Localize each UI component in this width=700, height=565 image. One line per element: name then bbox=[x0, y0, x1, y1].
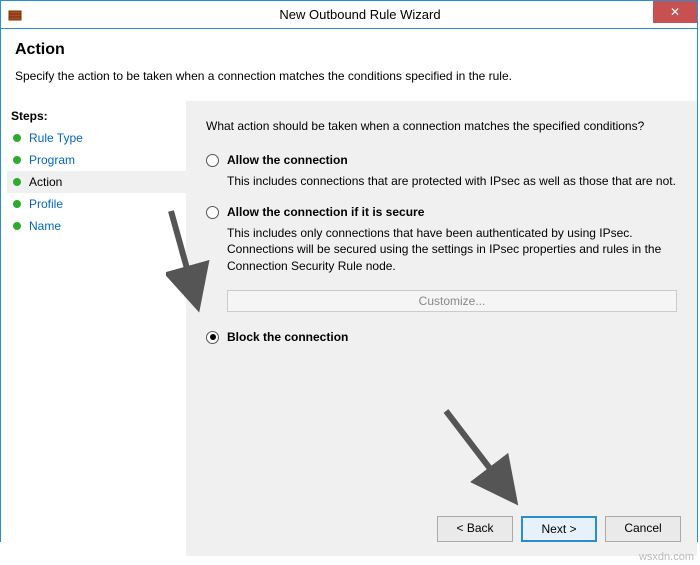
sidebar-item-action[interactable]: Action bbox=[7, 171, 186, 193]
page-subtitle: Specify the action to be taken when a co… bbox=[15, 69, 683, 83]
close-icon: ✕ bbox=[670, 5, 680, 19]
titlebar: New Outbound Rule Wizard ✕ bbox=[1, 1, 697, 29]
steps-sidebar: Steps: Rule Type Program Action Profile … bbox=[1, 101, 186, 556]
sidebar-item-label: Profile bbox=[29, 197, 63, 211]
sidebar-item-profile[interactable]: Profile bbox=[7, 193, 186, 215]
sidebar-item-label: Program bbox=[29, 153, 75, 167]
sidebar-item-rule-type[interactable]: Rule Type bbox=[7, 127, 186, 149]
step-bullet-icon bbox=[13, 200, 21, 208]
option-label: Block the connection bbox=[227, 330, 348, 344]
radio-block-connection[interactable]: Block the connection bbox=[206, 330, 677, 344]
sidebar-item-label: Rule Type bbox=[29, 131, 83, 145]
close-button[interactable]: ✕ bbox=[653, 1, 697, 23]
next-button[interactable]: Next > bbox=[521, 516, 597, 542]
wizard-body: Steps: Rule Type Program Action Profile … bbox=[1, 101, 697, 556]
sidebar-item-name[interactable]: Name bbox=[7, 215, 186, 237]
radio-icon bbox=[206, 331, 219, 344]
main-panel: What action should be taken when a conne… bbox=[186, 101, 697, 556]
footer-buttons: < Back Next > Cancel bbox=[437, 516, 681, 542]
page-title: Action bbox=[15, 41, 683, 59]
question-text: What action should be taken when a conne… bbox=[206, 119, 677, 133]
window-title: New Outbound Rule Wizard bbox=[23, 7, 697, 22]
steps-title: Steps: bbox=[7, 107, 186, 127]
step-bullet-icon bbox=[13, 222, 21, 230]
cancel-button[interactable]: Cancel bbox=[605, 516, 681, 542]
radio-allow-if-secure[interactable]: Allow the connection if it is secure bbox=[206, 205, 677, 219]
firewall-icon bbox=[7, 7, 23, 23]
option-desc: This includes only connections that have… bbox=[227, 225, 677, 274]
sidebar-item-program[interactable]: Program bbox=[7, 149, 186, 171]
option-desc: This includes connections that are prote… bbox=[227, 173, 677, 189]
radio-allow-connection[interactable]: Allow the connection bbox=[206, 153, 677, 167]
step-bullet-icon bbox=[13, 134, 21, 142]
step-bullet-icon bbox=[13, 178, 21, 186]
sidebar-item-label: Name bbox=[29, 219, 61, 233]
step-bullet-icon bbox=[13, 156, 21, 164]
watermark: wsxdn.com bbox=[639, 551, 694, 563]
page-header: Action Specify the action to be taken wh… bbox=[1, 29, 697, 101]
sidebar-item-label: Action bbox=[29, 175, 62, 189]
radio-icon bbox=[206, 154, 219, 167]
wizard-window: New Outbound Rule Wizard ✕ Action Specif… bbox=[0, 0, 698, 542]
customize-button: Customize... bbox=[227, 290, 677, 312]
annotation-arrow-icon bbox=[436, 401, 526, 511]
option-label: Allow the connection bbox=[227, 153, 348, 167]
back-button[interactable]: < Back bbox=[437, 516, 513, 542]
radio-icon bbox=[206, 206, 219, 219]
option-label: Allow the connection if it is secure bbox=[227, 205, 424, 219]
